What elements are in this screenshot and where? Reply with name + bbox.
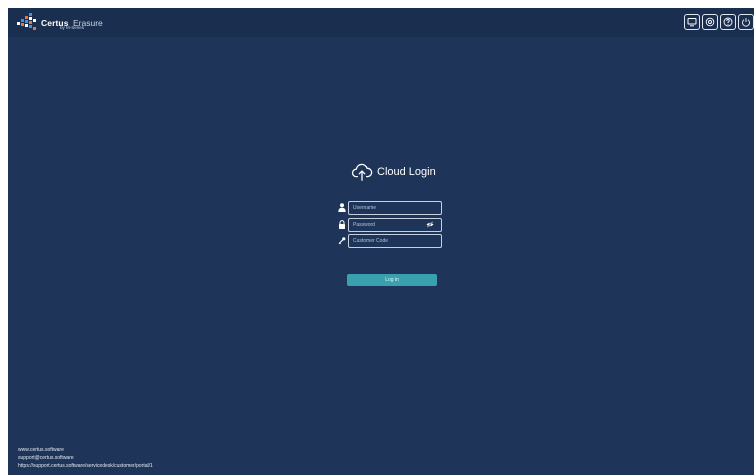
power-button[interactable]	[738, 14, 754, 30]
app-window: Certus Erasure by M-Series Cloud Login U…	[8, 8, 754, 475]
settings-button[interactable]	[702, 14, 718, 30]
footer-links: www.certus.software support@certus.softw…	[18, 446, 153, 470]
key-icon	[338, 237, 346, 245]
power-icon	[742, 18, 750, 27]
username-row	[338, 201, 442, 215]
header-toolbar	[684, 14, 754, 30]
login-button[interactable]: Log in	[347, 274, 437, 286]
customer-code-input[interactable]	[348, 234, 442, 248]
footer-link-website[interactable]: www.certus.software	[18, 446, 153, 454]
password-row	[338, 218, 442, 232]
certus-logo-icon	[17, 13, 36, 30]
footer-link-email[interactable]: support@certus.software	[18, 454, 153, 462]
help-button[interactable]	[720, 14, 736, 30]
footer-link-portal[interactable]: https://support.certus.software/serviced…	[18, 462, 153, 470]
login-title-text: Cloud Login	[377, 166, 436, 178]
monitor-icon	[687, 18, 697, 27]
cloud-upload-icon	[351, 163, 373, 181]
header-bar: Certus Erasure by M-Series	[8, 8, 754, 37]
username-input[interactable]	[348, 201, 442, 215]
lock-icon	[339, 220, 345, 229]
login-title: Cloud Login	[351, 161, 436, 183]
customer-code-row	[338, 234, 442, 248]
eye-slash-icon[interactable]	[426, 221, 434, 228]
monitor-button[interactable]	[684, 14, 700, 30]
help-icon	[723, 17, 733, 27]
brand: Certus Erasure by M-Series	[41, 13, 103, 31]
user-icon	[338, 203, 346, 212]
settings-icon	[705, 17, 715, 27]
brand-subtitle: by M-Series	[60, 25, 85, 30]
